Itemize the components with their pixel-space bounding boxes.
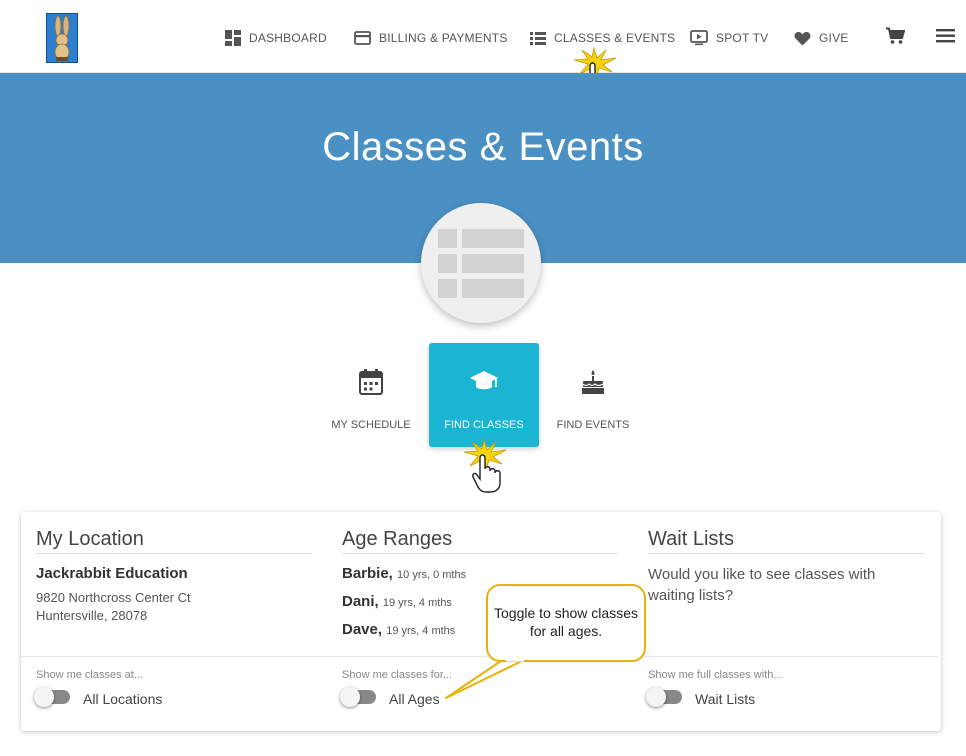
nav-dashboard-label: DASHBOARD <box>249 31 327 45</box>
age-row: Barbie, 10 yrs, 0 mths <box>342 565 466 582</box>
tab-find-events-label: FIND EVENTS <box>556 419 630 431</box>
nav-billing-payments[interactable]: BILLING & PAYMENTS <box>354 28 508 48</box>
nav-spot-tv[interactable]: SPOT TV <box>690 28 768 48</box>
show-classes-for-label: Show me classes for... <box>342 669 453 681</box>
tab-find-classes[interactable]: FIND CLASSES <box>429 343 539 447</box>
person-name: Dave, <box>342 621 383 638</box>
classes-table-icon <box>421 203 541 323</box>
calendar-icon <box>316 369 426 395</box>
person-age: 10 yrs, 0 mths <box>397 569 467 581</box>
age-row: Dave, 19 yrs, 4 mths <box>342 621 455 638</box>
cart-icon[interactable] <box>886 27 906 50</box>
page-title: Classes & Events <box>322 125 644 169</box>
wait-lists-label: Wait Lists <box>695 691 756 707</box>
list-icon <box>530 31 546 45</box>
all-ages-label: All Ages <box>389 691 440 707</box>
jackrabbit-logo[interactable] <box>46 13 78 63</box>
nav-dashboard[interactable]: DASHBOARD <box>225 28 327 48</box>
page: DASHBOARD BILLING & PAYMENTS CLASSES & E… <box>0 0 966 756</box>
all-locations-label: All Locations <box>83 691 163 707</box>
callout-text: Toggle to show classes for all ages. <box>494 605 638 639</box>
heart-icon <box>794 31 811 46</box>
filter-card: My Location Jackrabbit Education 9820 No… <box>21 512 941 731</box>
location-name: Jackrabbit Education <box>36 565 188 582</box>
tab-find-events[interactable]: FIND EVENTS <box>538 343 648 447</box>
show-classes-at-label: Show me classes at... <box>36 669 143 681</box>
show-full-classes-label: Show me full classes with... <box>648 669 783 681</box>
divider <box>21 656 327 657</box>
divider <box>633 656 939 657</box>
nav-classes-events[interactable]: CLASSES & EVENTS <box>530 28 675 48</box>
nav-spottv-label: SPOT TV <box>716 31 769 45</box>
graduation-cap-icon <box>429 369 539 393</box>
person-name: Dani, <box>342 593 379 610</box>
hamburger-menu-icon[interactable] <box>936 27 955 48</box>
my-location-heading: My Location <box>36 528 312 554</box>
nav-billing-label: BILLING & PAYMENTS <box>379 31 508 45</box>
location-address-line1: 9820 Northcross Center Ct <box>36 590 191 605</box>
birthday-cake-icon <box>538 369 648 395</box>
my-location-column: My Location Jackrabbit Education 9820 No… <box>21 512 327 731</box>
dashboard-icon <box>225 30 241 46</box>
tab-find-classes-label: FIND CLASSES <box>444 419 524 431</box>
wait-lists-question: Would you like to see classes with waiti… <box>648 566 876 604</box>
tab-my-schedule-label: MY SCHEDULE <box>331 419 411 431</box>
wait-lists-column: Wait Lists Would you like to see classes… <box>633 512 939 731</box>
click-highlight-cursor <box>462 438 510 499</box>
all-locations-toggle[interactable] <box>34 687 70 707</box>
location-address-line2: Huntersville, 28078 <box>36 608 148 623</box>
wait-lists-heading: Wait Lists <box>648 528 924 554</box>
wait-lists-toggle[interactable] <box>646 687 682 707</box>
credit-card-icon <box>354 31 371 45</box>
tab-my-schedule[interactable]: MY SCHEDULE <box>316 343 426 447</box>
top-navigation: DASHBOARD BILLING & PAYMENTS CLASSES & E… <box>0 0 966 73</box>
age-ranges-heading: Age Ranges <box>342 528 618 554</box>
tv-play-icon <box>690 30 708 46</box>
person-age: 19 yrs, 4 mths <box>386 625 456 637</box>
person-name: Barbie, <box>342 565 393 582</box>
nav-give[interactable]: GIVE <box>794 28 848 48</box>
nav-classes-label: CLASSES & EVENTS <box>554 31 676 45</box>
all-ages-toggle[interactable] <box>340 687 376 707</box>
tooltip-callout: Toggle to show classes for all ages. <box>486 584 646 662</box>
nav-give-label: GIVE <box>819 31 849 45</box>
person-age: 19 yrs, 4 mths <box>382 597 452 609</box>
age-row: Dani, 19 yrs, 4 mths <box>342 593 452 610</box>
